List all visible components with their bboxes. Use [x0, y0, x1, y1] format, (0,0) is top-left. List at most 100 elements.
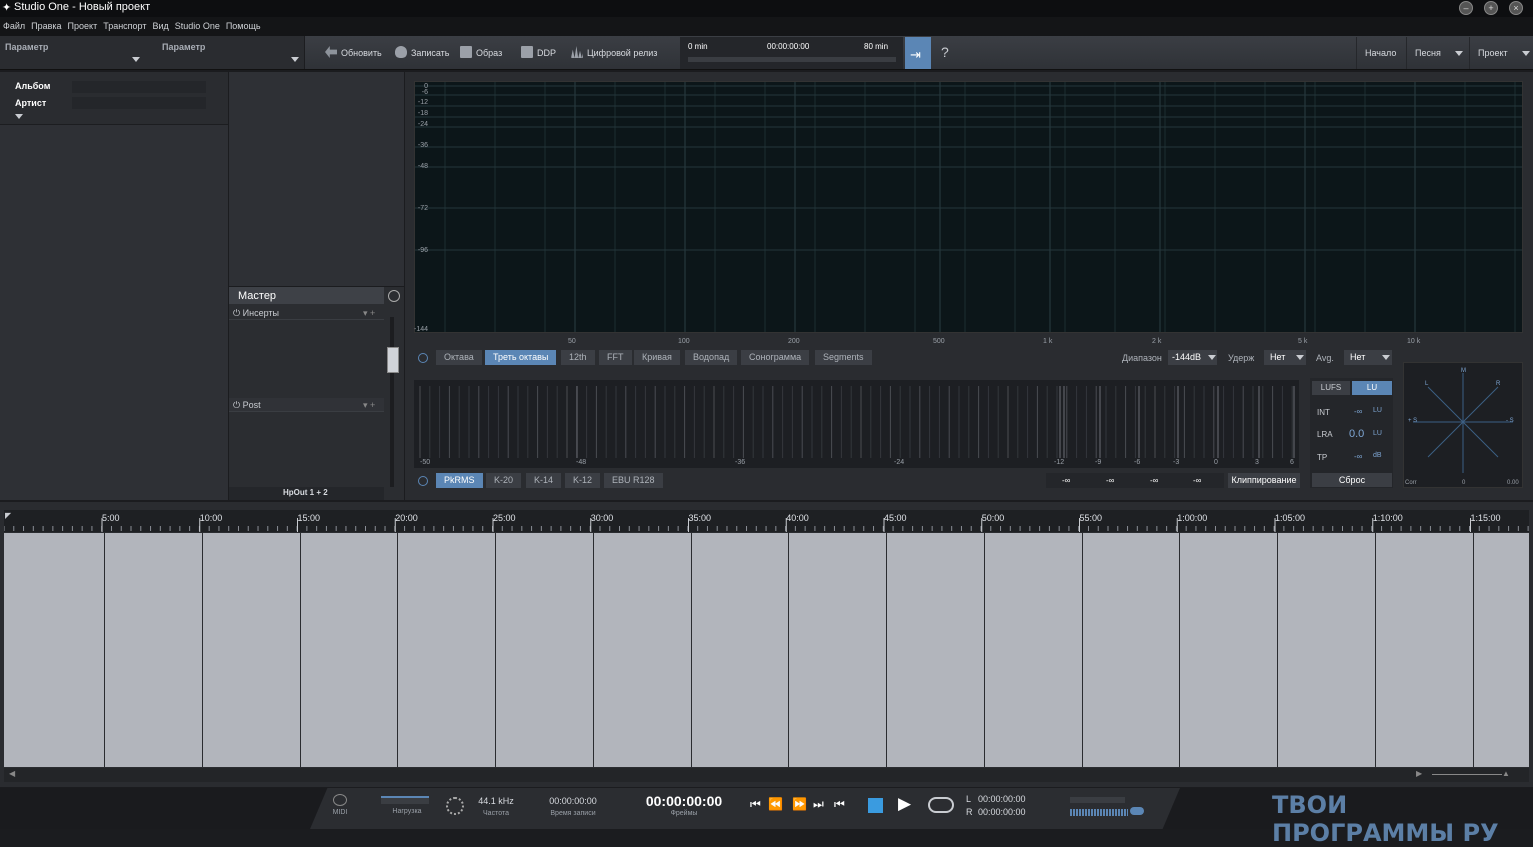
nav-song-button[interactable]: Песня	[1406, 37, 1466, 69]
master-title: Мастер	[238, 290, 277, 302]
metronome-level[interactable]	[1070, 797, 1125, 803]
lu-button[interactable]: LU	[1352, 381, 1392, 395]
toggle-switch[interactable]	[1130, 807, 1144, 815]
waveform-icon	[571, 46, 583, 58]
record-time-label: Время записи	[550, 810, 596, 817]
clock-icon[interactable]	[388, 290, 400, 302]
loop-start-time[interactable]: 00:00:00:00	[978, 794, 1026, 804]
menu-file[interactable]: Файл	[3, 17, 25, 35]
nav-start-button[interactable]: Начало	[1356, 37, 1404, 69]
menu-studio-one[interactable]: Studio One	[175, 17, 220, 35]
track-lane[interactable]	[4, 533, 1529, 767]
analyzer-tab[interactable]: Водопад	[685, 350, 739, 365]
range-select[interactable]: -144dB	[1168, 350, 1217, 365]
inserts-label[interactable]: ⏻ Инсерты	[233, 308, 279, 319]
meter-mode-tab[interactable]: PkRMS	[436, 473, 484, 488]
y-axis-label: -96	[417, 247, 428, 254]
meter-scale-label: -36	[735, 459, 746, 466]
timeline-mark-label: 1:15:00	[1470, 513, 1501, 523]
menu-bar: Файл Правка Проект Транспорт Вид Studio One По…	[0, 17, 1533, 36]
artist-field[interactable]	[72, 97, 206, 109]
maximize-button[interactable]: +	[1484, 1, 1498, 15]
meter-scale-label: -12	[1054, 459, 1065, 466]
meter-mode-tab[interactable]: EBU R128	[604, 473, 664, 488]
chevron-down-icon[interactable]	[291, 57, 299, 62]
mini-start: 0 min	[688, 42, 708, 51]
timeline-mark-label: 45:00	[884, 513, 907, 523]
chevron-down-icon	[1296, 355, 1304, 360]
post-label[interactable]: ⏻ Post	[233, 400, 261, 411]
scroll-right-icon[interactable]: ▶	[1416, 769, 1422, 778]
update-button[interactable]: Обновить	[325, 46, 382, 60]
timeline-mark-label: 25:00	[493, 513, 516, 523]
image-button[interactable]: Образ	[460, 46, 502, 60]
analyzer-tab[interactable]: FFT	[599, 350, 633, 365]
analyzer-tab[interactable]: Октава	[436, 350, 483, 365]
menu-view[interactable]: Вид	[153, 17, 169, 35]
ddp-button[interactable]: DDP	[521, 46, 556, 60]
menu-help[interactable]: Помощь	[226, 17, 261, 35]
meter-scale-label: 0	[1214, 459, 1218, 466]
menu-edit[interactable]: Правка	[31, 17, 61, 35]
analyzer-tab[interactable]: Треть октавы	[485, 350, 558, 365]
param-select-2[interactable]: Параметр	[162, 42, 205, 52]
forward-end-icon[interactable]: ⏭	[813, 797, 824, 812]
scroll-left-icon[interactable]: ◀	[9, 769, 15, 778]
zoom-icon[interactable]: ▲	[1502, 769, 1510, 778]
loop-icon[interactable]	[928, 797, 954, 813]
menu-project[interactable]: Проект	[68, 17, 98, 35]
nav-project-button[interactable]: Проект	[1469, 37, 1533, 69]
reset-button[interactable]: Сброс	[1312, 473, 1392, 487]
clip-button[interactable]: Клиппирование	[1228, 473, 1300, 488]
return-to-zero-icon[interactable]: ⏮	[834, 797, 845, 812]
album-field[interactable]	[72, 81, 206, 93]
vector-pos-label: + S	[1408, 418, 1418, 424]
avg-select[interactable]: Нет	[1344, 350, 1392, 365]
output-selector[interactable]: HpOut 1 + 2	[283, 488, 328, 497]
meter-power-icon[interactable]	[418, 476, 428, 486]
expand-icon[interactable]	[15, 114, 23, 119]
minimize-button[interactable]: –	[1459, 1, 1473, 15]
zoom-slider[interactable]	[1432, 774, 1502, 775]
post-add-icon[interactable]: ▾ +	[363, 400, 375, 411]
digital-release-button[interactable]: Цифровой релиз	[571, 46, 657, 60]
rewind-start-icon[interactable]: ⏮	[750, 797, 761, 812]
stop-icon[interactable]	[868, 798, 883, 813]
meter-mode-tab[interactable]: K-12	[565, 473, 602, 488]
timeline-mark-label: 1:10:00	[1372, 513, 1403, 523]
hold-select[interactable]: Нет	[1264, 350, 1306, 365]
fast-forward-icon[interactable]: ⏩	[792, 797, 807, 811]
timeline-mark-label: 30:00	[590, 513, 614, 523]
mini-progress-bar[interactable]	[688, 57, 896, 62]
mini-transport[interactable]: 0 min 00:00:00:00 80 min	[680, 37, 903, 69]
play-start-marker-icon[interactable]: ◤	[5, 511, 11, 520]
close-button[interactable]: ×	[1509, 1, 1523, 15]
meter-mode-tab[interactable]: K-14	[526, 473, 563, 488]
record-button[interactable]: Записать	[395, 46, 449, 60]
rewind-icon[interactable]: ⏪	[768, 797, 783, 811]
meter-mode-tab[interactable]: K-20	[486, 473, 523, 488]
analyzer-tab[interactable]: Сонограмма	[741, 350, 811, 365]
horizontal-scrollbar[interactable]: ◀ ▶ ▲	[4, 768, 1529, 782]
volume-fader[interactable]	[387, 347, 399, 373]
main-time-display[interactable]: 00:00:00:00	[636, 793, 732, 809]
inserts-add-icon[interactable]: ▾ +	[363, 308, 375, 319]
window-title: Studio One - Новый проект	[14, 1, 151, 13]
play-icon[interactable]: ▶	[898, 794, 911, 814]
chevron-down-icon	[1382, 355, 1390, 360]
help-icon[interactable]: ?	[941, 44, 949, 60]
analyzer-tab[interactable]: Segments	[815, 350, 873, 365]
insert-button[interactable]: ⇥	[905, 37, 931, 69]
analyzer-tab[interactable]: Кривая	[634, 350, 681, 365]
power-icon[interactable]	[418, 353, 428, 363]
y-axis-label: -24	[417, 121, 428, 128]
chevron-down-icon[interactable]	[132, 57, 140, 62]
menu-transport[interactable]: Транспорт	[103, 17, 146, 35]
lufs-button[interactable]: LUFS	[1312, 381, 1350, 395]
loop-end-time[interactable]: 00:00:00:00	[978, 807, 1026, 817]
analyzer-tab[interactable]: 12th	[561, 350, 596, 365]
y-axis-label: -12	[417, 99, 428, 106]
param-select-1[interactable]: Параметр	[5, 42, 48, 52]
metadata-panel: Альбом Артист	[0, 72, 228, 125]
timeline-mark-label: 15:00	[297, 513, 321, 523]
